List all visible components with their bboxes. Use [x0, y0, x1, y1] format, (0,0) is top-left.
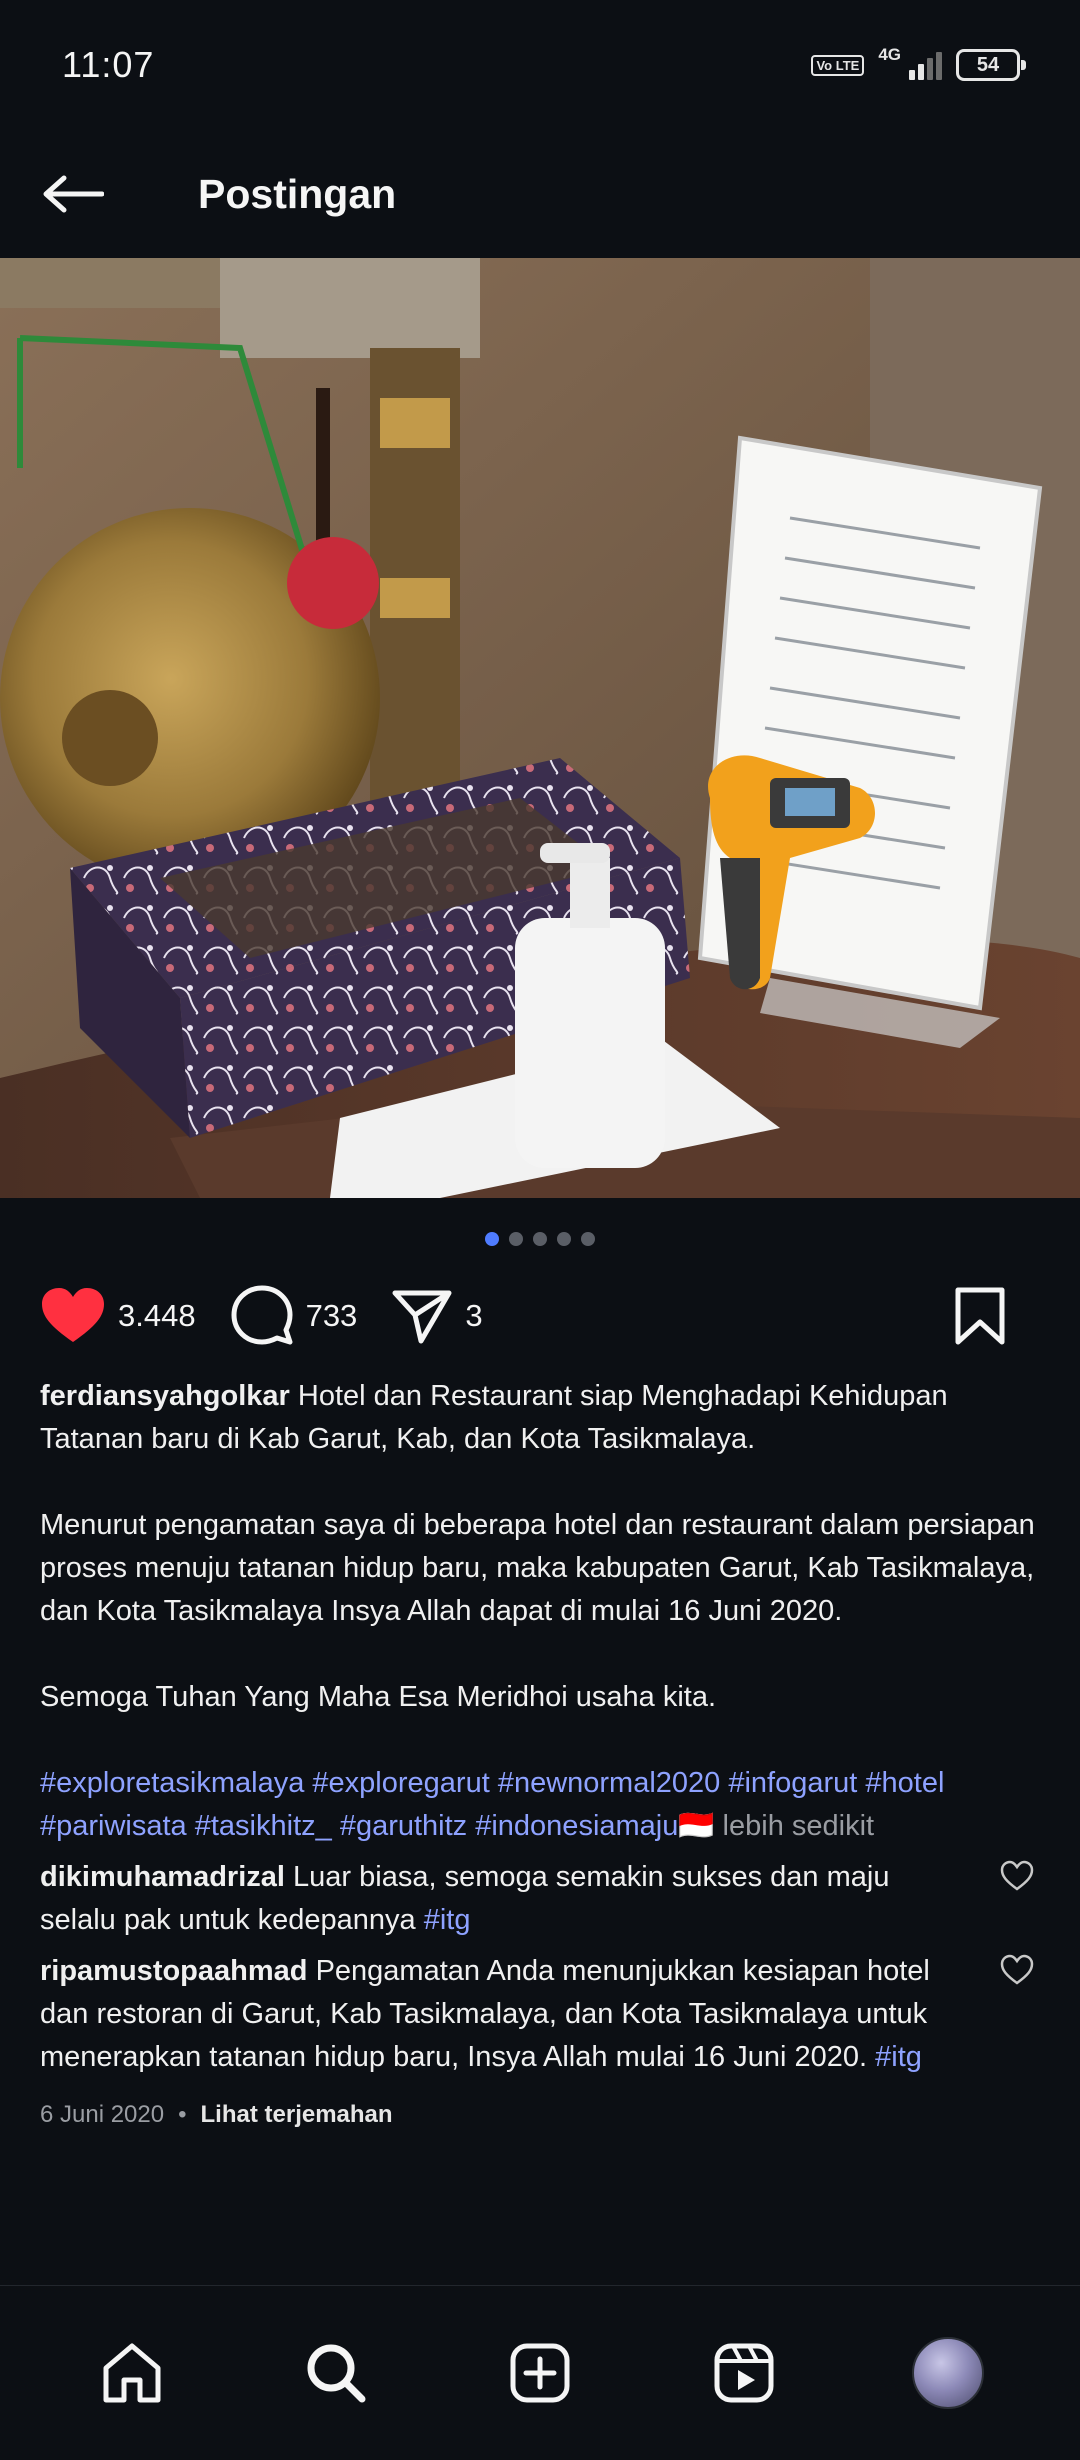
status-indicators: Vo LTE 4G 54: [811, 45, 1026, 81]
share-button[interactable]: 3: [391, 1287, 483, 1345]
post-date: 6 Juni 2020: [40, 2101, 165, 2128]
send-icon: [392, 1290, 452, 1344]
share-count[interactable]: 3: [465, 1298, 482, 1334]
carousel-dot-active: [485, 1232, 499, 1246]
caption-paragraph: Semoga Tuhan Yang Maha Esa Meridhoi usah…: [40, 1681, 717, 1713]
volte-label: Vo LTE: [816, 57, 860, 73]
carousel-dot: [509, 1232, 523, 1246]
post-meta: 6 Juni 2020 • Lihat terjemahan: [40, 2093, 1040, 2136]
nav-profile[interactable]: [898, 2323, 998, 2423]
bookmark-icon: [955, 1287, 1005, 1345]
top-bar: Postingan: [0, 130, 1080, 258]
volte-icon: Vo LTE: [811, 54, 865, 76]
arrow-left-icon: [43, 175, 104, 213]
status-time: 11:07: [62, 44, 155, 85]
caption-paragraph: Menurut pengamatan saya di beberapa hote…: [40, 1509, 1035, 1627]
comment-like-icon[interactable]: [1000, 1954, 1034, 1986]
carousel-dot: [533, 1232, 547, 1246]
status-bar: 11:07 Vo LTE 4G 54: [0, 0, 1080, 130]
profile-avatar: [912, 2337, 984, 2409]
search-icon: [307, 2344, 366, 2403]
home-icon: [103, 2343, 161, 2403]
show-less-link[interactable]: lebih sedikit: [723, 1810, 875, 1842]
back-button[interactable]: [0, 130, 160, 258]
nav-reels[interactable]: [694, 2323, 794, 2423]
comment-hashtag[interactable]: #itg: [875, 2041, 922, 2073]
nav-create[interactable]: [490, 2323, 590, 2423]
battery-icon: 54: [956, 49, 1026, 81]
comment-text: ripamustopaahmad Pengamatan Anda menunju…: [40, 1950, 1000, 2079]
caption: ferdiansyahgolkar Hotel dan Restaurant s…: [40, 1375, 1040, 1461]
post-photo: [0, 258, 1080, 1198]
create-icon: [510, 2343, 570, 2403]
network-type: 4G: [878, 45, 901, 64]
signal-icon: [909, 50, 942, 80]
nav-search[interactable]: [286, 2323, 386, 2423]
comment-username[interactable]: ripamustopaahmad: [40, 1955, 308, 1987]
comment-item: dikimuhamadrizal Luar biasa, semoga sema…: [40, 1856, 1034, 1942]
nav-home[interactable]: [82, 2323, 182, 2423]
comment-hashtag[interactable]: #itg: [424, 1904, 471, 1936]
page-title: Postingan: [198, 170, 397, 217]
bottom-nav: [0, 2285, 1080, 2460]
comment-button[interactable]: 733: [230, 1284, 358, 1348]
heart-filled-icon: [42, 1288, 104, 1342]
post-content: ferdiansyahgolkar Hotel dan Restaurant s…: [40, 1375, 1040, 2136]
caption-hashtags-line: #exploretasikmalaya #exploregarut #newno…: [40, 1762, 1040, 1848]
like-count[interactable]: 3.448: [118, 1298, 196, 1334]
comment-count[interactable]: 733: [306, 1298, 358, 1334]
see-translation-link[interactable]: Lihat terjemahan: [201, 2093, 393, 2136]
comment-icon: [231, 1285, 293, 1345]
comment-username[interactable]: dikimuhamadrizal: [40, 1861, 285, 1893]
caption-username[interactable]: ferdiansyahgolkar: [40, 1380, 290, 1412]
battery-level: 54: [976, 53, 1000, 76]
carousel-dot: [581, 1232, 595, 1246]
like-button[interactable]: 3.448: [40, 1286, 196, 1346]
post-image[interactable]: [0, 258, 1080, 1198]
comment-like-icon[interactable]: [1000, 1860, 1034, 1892]
post-actions: 3.448 733 3: [0, 1280, 1080, 1352]
meta-separator: •: [178, 2101, 187, 2128]
comment-text: dikimuhamadrizal Luar biasa, semoga sema…: [40, 1856, 1000, 1942]
carousel-dot: [557, 1232, 571, 1246]
comment-item: ripamustopaahmad Pengamatan Anda menunju…: [40, 1950, 1034, 2079]
save-button[interactable]: [954, 1286, 1006, 1346]
reels-icon: [714, 2343, 774, 2403]
carousel-indicator: [0, 1232, 1080, 1246]
